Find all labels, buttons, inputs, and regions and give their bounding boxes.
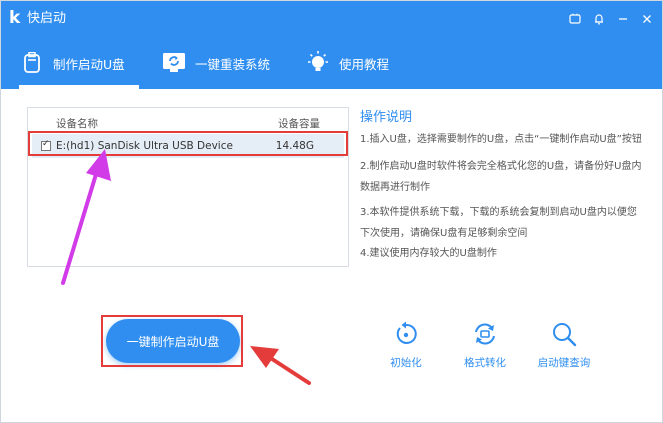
minimize-icon[interactable] <box>614 10 632 28</box>
app-logo: k <box>9 8 21 28</box>
tab-make-usb[interactable]: 制作启动U盘 <box>19 37 139 89</box>
boot-key-query-tool[interactable]: 启动键查询 <box>529 317 599 370</box>
skin-icon[interactable] <box>566 10 584 28</box>
tool-label: 格式转化 <box>464 357 506 369</box>
tool-label: 启动键查询 <box>537 357 591 369</box>
window-controls <box>566 10 656 28</box>
main-nav: 制作启动U盘 一键重装系统 使用教程 <box>1 37 662 89</box>
instruction-item: 4.建议使用内存较大的U盘制作 <box>360 248 497 259</box>
tab-tutorial[interactable]: 使用教程 <box>305 37 389 89</box>
format-convert-tool[interactable]: 格式转化 <box>450 317 520 370</box>
make-boot-usb-button[interactable]: 一键制作启动U盘 <box>106 319 240 363</box>
app-title: 快启动 <box>27 11 67 26</box>
app-window: k 快启动 制作启动U盘 一键重装系统 使用教程 设备名称 设备容量 ✓ E:(… <box>0 0 663 423</box>
close-icon[interactable] <box>638 10 656 28</box>
tab-label: 使用教程 <box>339 56 390 72</box>
tab-label: 制作启动U盘 <box>53 56 125 72</box>
title-bar[interactable]: k 快启动 <box>1 1 662 37</box>
device-checkbox[interactable] <box>41 139 51 151</box>
initialize-tool[interactable]: 初始化 <box>371 317 441 370</box>
bulb-icon <box>305 50 331 76</box>
instructions-title: 操作说明 <box>360 110 413 125</box>
red-arrow <box>250 346 311 385</box>
device-table-header: 设备名称 设备容量 <box>28 108 348 134</box>
table-row[interactable]: E:(hd1) SanDisk Ultra USB Device 14.48G <box>32 134 344 158</box>
tab-label: 一键重装系统 <box>195 56 271 72</box>
instruction-item: 2.制作启动U盘时软件将会完全格式化您的U盘，请备份好U盘内数据再进行制作 <box>360 161 642 193</box>
bell-icon[interactable] <box>590 10 608 28</box>
reset-icon <box>389 317 423 351</box>
device-name: E:(hd1) SanDisk Ultra USB Device <box>56 140 233 152</box>
column-device-name: 设备名称 <box>56 118 98 130</box>
device-size: 14.48G <box>275 140 314 152</box>
device-list: 设备名称 设备容量 E:(hd1) SanDisk Ultra USB Devi… <box>27 107 349 267</box>
search-icon <box>547 317 581 351</box>
convert-icon <box>468 317 502 351</box>
instruction-item: 3.本软件提供系统下载，下载的系统会复制到启动U盘内以便您下次使用，请确保U盘有… <box>360 207 637 239</box>
tool-label: 初始化 <box>390 357 422 369</box>
reinstall-icon <box>161 50 187 76</box>
usb-icon <box>19 50 45 76</box>
instruction-item: 1.插入U盘，选择需要制作的U盘，点击“一键制作启动U盘”按钮 <box>360 134 642 145</box>
tab-reinstall-system[interactable]: 一键重装系统 <box>161 37 270 89</box>
column-device-size: 设备容量 <box>278 118 320 130</box>
